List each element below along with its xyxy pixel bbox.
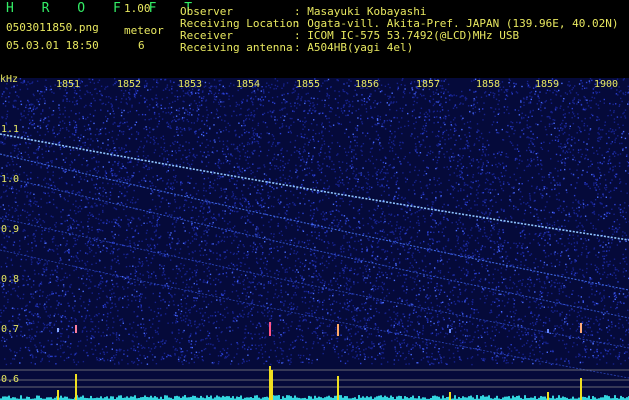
y-tick-label: 1.1 [1,124,20,135]
app-brand: H R O F F T [6,1,203,16]
x-tick-label: 1900 [594,79,619,90]
spectrogram-display [0,78,629,400]
info-key-antenna: Receiving antenna [180,41,293,54]
header-panel: H R O F F T 1.00 0503011850.png meteor 0… [0,0,629,78]
meteor-count: 6 [138,39,145,52]
x-tick-label: 1857 [416,79,441,90]
file-date: 05.03.01 18:50 [6,39,99,52]
app-version: 1.00 [124,2,151,15]
x-tick-label: 1858 [476,79,501,90]
y-tick-label: 0.8 [1,274,20,285]
x-tick-label: 1859 [535,79,560,90]
y-tick-label: 0.7 [1,324,20,335]
y-tick-label: 1.0 [1,174,20,185]
meteor-label: meteor [124,24,164,37]
x-tick-label: 1855 [296,79,321,90]
y-tick-label: 0.9 [1,224,20,235]
y-axis-unit: kHz [0,74,19,85]
x-tick-label: 1854 [236,79,261,90]
spectrogram-background [0,78,629,400]
x-tick-label: 1852 [117,79,142,90]
y-tick-label: 0.6 [1,374,20,385]
x-tick-label: 1856 [355,79,380,90]
x-tick-label: 1851 [56,79,81,90]
x-tick-label: 1853 [178,79,203,90]
file-name: 0503011850.png [6,21,99,34]
info-value-antenna: : A504HB(yagi 4el) [294,41,414,54]
